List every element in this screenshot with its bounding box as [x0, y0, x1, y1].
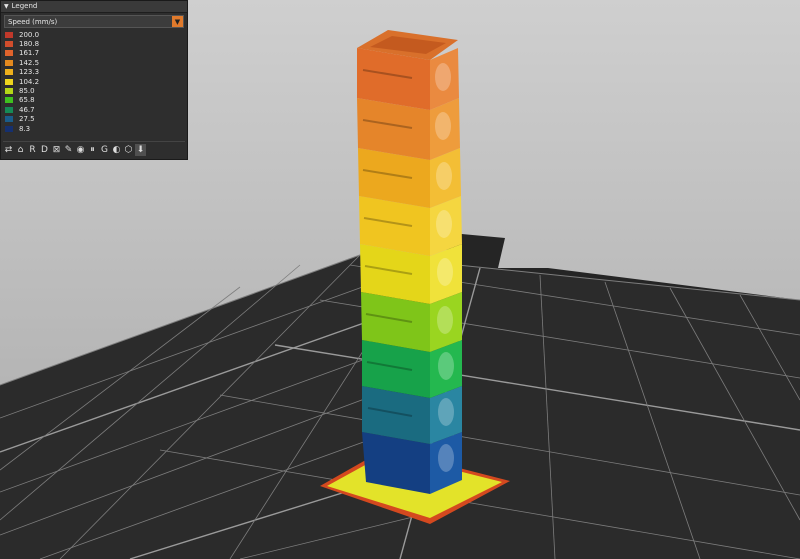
color-swatch	[5, 97, 13, 104]
color-swatch	[5, 125, 13, 132]
color-swatch	[5, 88, 13, 95]
color-swatch	[5, 31, 13, 38]
collapse-triangle-icon[interactable]: ▼	[4, 1, 9, 12]
legend-toolbar: ⇄ ⌂ R D ⊠ ✎ ◉ ⏸ G ◐ ⬡ ⬇	[3, 141, 185, 158]
travel-icon[interactable]: ⇄	[3, 144, 14, 156]
tool-change-icon[interactable]: ✎	[63, 144, 74, 156]
color-swatch	[5, 59, 13, 66]
legend-item: 27.5	[1, 115, 187, 124]
legend-panel: ▼ Legend Speed (mm/s) ▼ 200.0 180.8 161.…	[0, 0, 188, 160]
legend-header[interactable]: ▼ Legend	[1, 1, 187, 13]
legend-item: 180.8	[1, 39, 187, 48]
retraction-icon[interactable]: R	[27, 144, 38, 156]
chevron-down-icon[interactable]: ▼	[172, 16, 183, 27]
legend-list: 200.0 180.8 161.7 142.5 123.3 104.2 85.0…	[1, 30, 187, 133]
legend-item: 85.0	[1, 86, 187, 95]
color-swatch	[5, 78, 13, 85]
legend-item: 65.8	[1, 96, 187, 105]
color-swatch	[5, 69, 13, 76]
pause-icon[interactable]: ⏸	[87, 144, 98, 156]
shells-icon[interactable]: ⬡	[123, 144, 134, 156]
legend-item: 46.7	[1, 105, 187, 114]
legend-item: 123.3	[1, 68, 187, 77]
print-tower	[357, 30, 462, 494]
color-swatch	[5, 116, 13, 123]
legend-item: 200.0	[1, 30, 187, 39]
seam-icon[interactable]: ⊠	[51, 144, 62, 156]
custom-gcode-icon[interactable]: G	[99, 144, 110, 156]
color-swatch	[5, 106, 13, 113]
deretraction-icon[interactable]: D	[39, 144, 50, 156]
color-change-icon[interactable]: ◉	[75, 144, 86, 156]
legend-item: 142.5	[1, 58, 187, 67]
tool-marker-icon[interactable]: ⬇	[135, 144, 146, 156]
color-swatch	[5, 50, 13, 57]
view-type-value: Speed (mm/s)	[8, 17, 58, 26]
legend-item: 161.7	[1, 49, 187, 58]
color-swatch	[5, 41, 13, 48]
legend-item: 8.3	[1, 124, 187, 133]
view-type-select[interactable]: Speed (mm/s) ▼	[4, 15, 184, 28]
legend-item: 104.2	[1, 77, 187, 86]
wipe-icon[interactable]: ⌂	[15, 144, 26, 156]
center-of-gravity-icon[interactable]: ◐	[111, 144, 122, 156]
legend-title: Legend	[11, 2, 38, 10]
